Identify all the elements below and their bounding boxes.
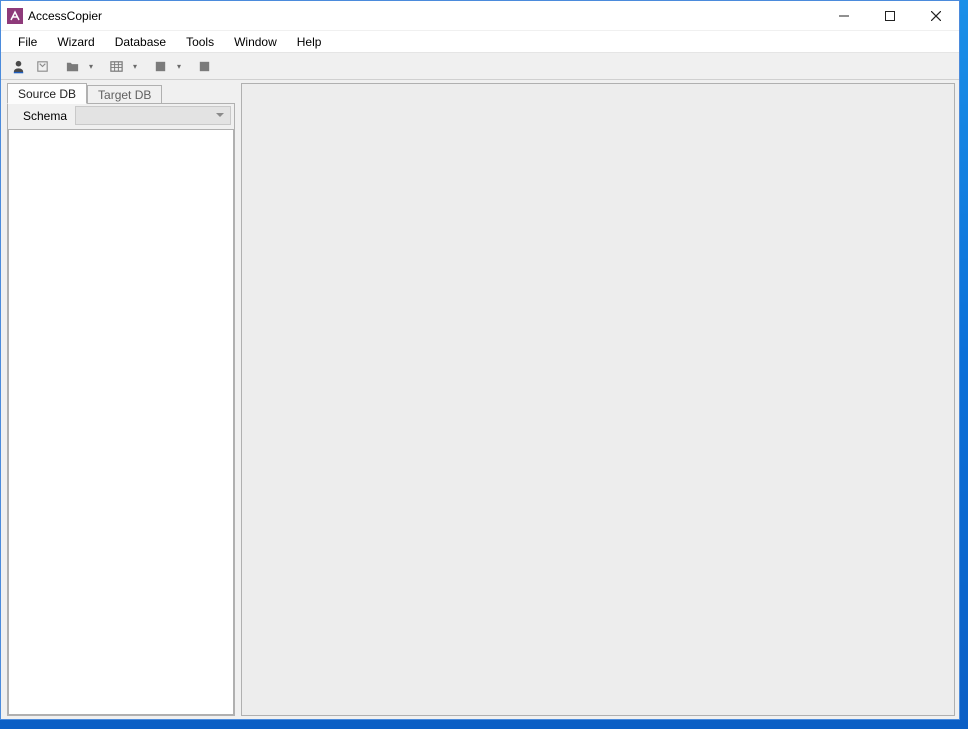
menu-file[interactable]: File xyxy=(9,33,46,51)
menu-wizard[interactable]: Wizard xyxy=(48,33,103,51)
tab-target-db[interactable]: Target DB xyxy=(87,85,162,103)
app-icon xyxy=(7,8,23,24)
schema-label: Schema xyxy=(11,109,71,123)
menu-tools[interactable]: Tools xyxy=(177,33,223,51)
wizard-icon[interactable] xyxy=(31,55,53,77)
table-dropdown[interactable]: ▾ xyxy=(129,55,141,77)
window-controls xyxy=(821,1,959,30)
menu-bar: File Wizard Database Tools Window Help xyxy=(1,31,959,53)
menu-window[interactable]: Window xyxy=(225,33,286,51)
schema-select[interactable] xyxy=(75,106,231,125)
table-icon[interactable] xyxy=(105,55,127,77)
tab-source-db[interactable]: Source DB xyxy=(7,83,87,104)
toolbar: ▾ ▾ ▾ xyxy=(1,53,959,80)
main-area: Source DB Target DB Schema xyxy=(1,80,959,719)
menu-help[interactable]: Help xyxy=(288,33,331,51)
tab-label: Source DB xyxy=(18,87,76,101)
title-left: AccessCopier xyxy=(1,8,102,24)
minimize-button[interactable] xyxy=(821,1,867,30)
square-dropdown[interactable]: ▾ xyxy=(173,55,185,77)
menu-database[interactable]: Database xyxy=(106,33,175,51)
square-icon[interactable] xyxy=(149,55,171,77)
user-icon[interactable] xyxy=(7,55,29,77)
stop-icon[interactable] xyxy=(193,55,215,77)
title-bar: AccessCopier xyxy=(1,1,959,31)
left-panel: Source DB Target DB Schema xyxy=(1,80,238,719)
sidebar-tabs: Source DB Target DB xyxy=(7,83,235,103)
maximize-button[interactable] xyxy=(867,1,913,30)
window-title: AccessCopier xyxy=(28,9,102,23)
schema-row: Schema xyxy=(8,104,234,127)
content-panel xyxy=(241,83,955,716)
close-button[interactable] xyxy=(913,1,959,30)
folder-icon[interactable] xyxy=(61,55,83,77)
desktop: AccessCopier File Wizard Database Tools … xyxy=(0,0,968,729)
tab-content: Schema xyxy=(7,103,235,716)
schema-tree[interactable] xyxy=(8,129,234,715)
app-window: AccessCopier File Wizard Database Tools … xyxy=(0,0,960,720)
folder-dropdown[interactable]: ▾ xyxy=(85,55,97,77)
tab-label: Target DB xyxy=(98,88,151,102)
